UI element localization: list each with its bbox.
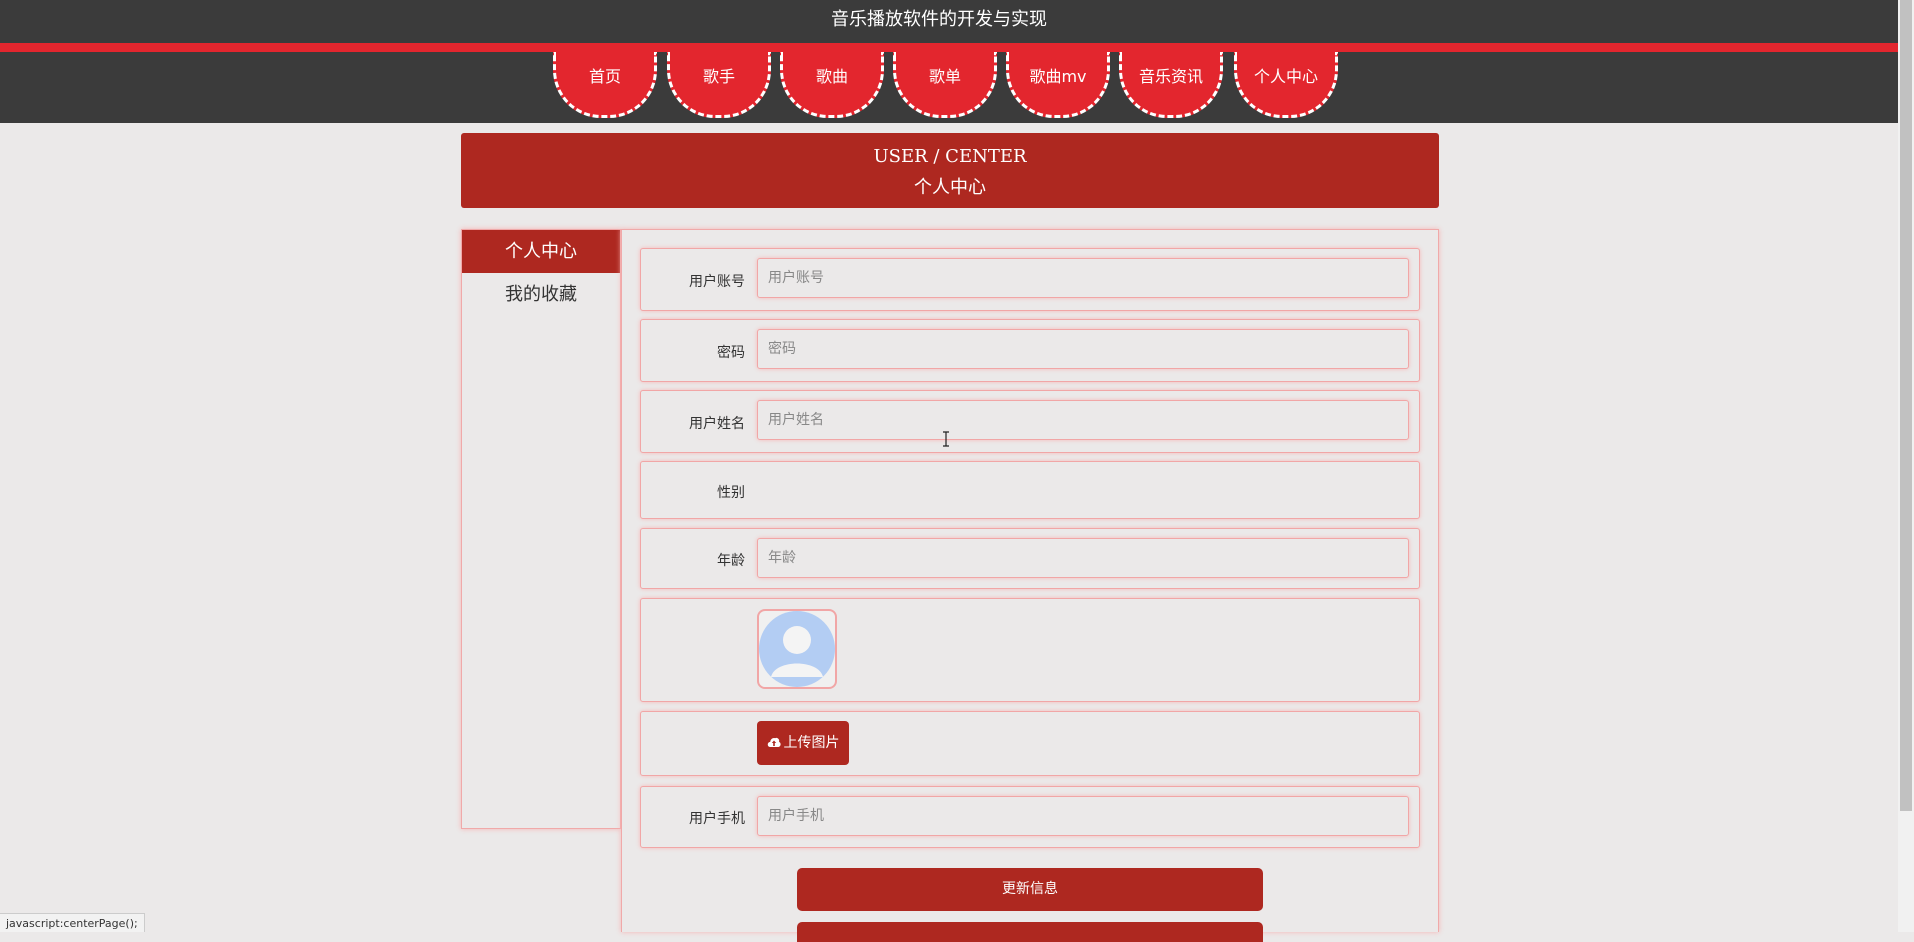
- phone-label: 用户手机: [689, 811, 745, 827]
- header-accent-line: [0, 43, 1898, 52]
- scrollbar[interactable]: [1898, 0, 1914, 932]
- form-row-phone: 用户手机: [640, 786, 1420, 848]
- name-label: 用户姓名: [689, 416, 745, 432]
- site-title: 音乐播放软件的开发与实现: [831, 9, 1047, 30]
- form-row-upload: 上传图片: [640, 711, 1420, 776]
- secondary-button[interactable]: [797, 922, 1263, 942]
- form-row-avatar: [640, 598, 1420, 702]
- phone-input[interactable]: [757, 796, 1409, 836]
- update-info-button[interactable]: 更新信息: [797, 868, 1263, 911]
- avatar: [757, 609, 837, 689]
- top-header: 音乐播放软件的开发与实现: [0, 0, 1898, 43]
- avatar-placeholder-icon: [759, 611, 835, 687]
- banner-title-cn: 个人中心: [914, 177, 986, 198]
- form-row-gender: 性别: [640, 461, 1420, 519]
- password-label: 密码: [717, 345, 745, 361]
- age-label: 年龄: [717, 553, 745, 569]
- password-input[interactable]: [757, 329, 1409, 369]
- form-row-age: 年龄: [640, 528, 1420, 589]
- form-row-account: 用户账号: [640, 248, 1420, 311]
- form-row-name: 用户姓名: [640, 390, 1420, 453]
- status-bar: javascript:centerPage();: [0, 913, 145, 932]
- form-row-password: 密码: [640, 319, 1420, 382]
- gender-label: 性别: [717, 485, 745, 501]
- name-input[interactable]: [757, 400, 1409, 440]
- account-label: 用户账号: [689, 274, 745, 290]
- scrollbar-thumb[interactable]: [1900, 0, 1912, 811]
- upload-image-button[interactable]: 上传图片: [757, 721, 849, 765]
- text-cursor-icon: [943, 431, 949, 447]
- sidebar: 个人中心 我的收藏: [461, 229, 621, 829]
- page-banner: USER / CENTER 个人中心: [461, 133, 1439, 208]
- sidebar-item-user-center[interactable]: 个人中心: [462, 230, 620, 273]
- age-input[interactable]: [757, 538, 1409, 578]
- upload-label: 上传图片: [783, 735, 840, 751]
- banner-title-en: USER / CENTER: [873, 146, 1027, 167]
- account-input[interactable]: [757, 258, 1409, 298]
- sidebar-item-favorites[interactable]: 我的收藏: [462, 273, 620, 316]
- cloud-upload-icon: [767, 737, 781, 747]
